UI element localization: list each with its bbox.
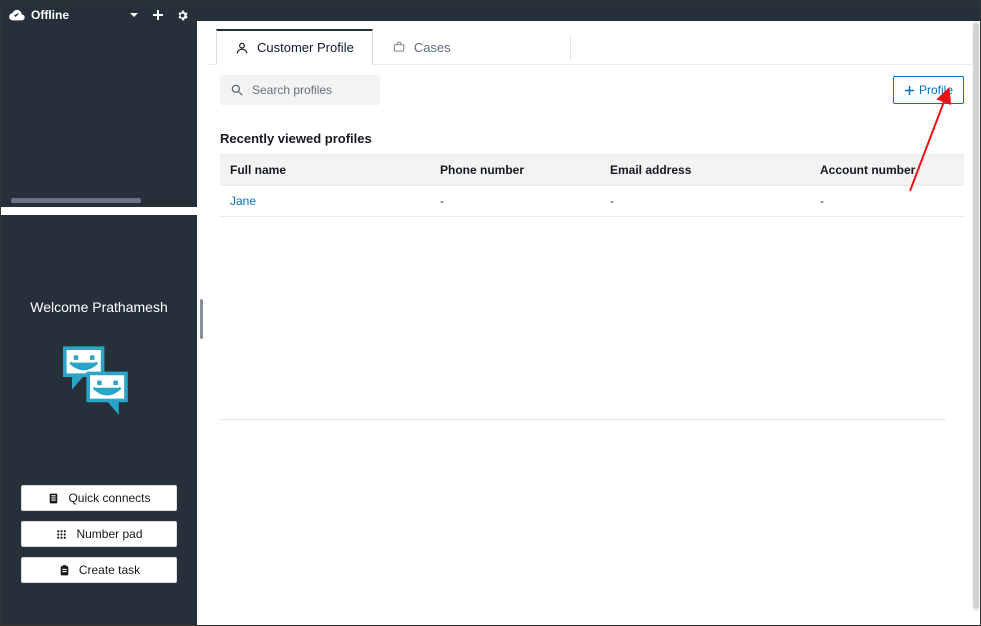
tabs: Customer Profile Cases [208, 29, 976, 65]
table-row: Jane - - - [220, 186, 964, 217]
profile-name-link[interactable]: Jane [220, 186, 430, 217]
welcome-text: Welcome Prathamesh [30, 299, 167, 315]
status-dropdown[interactable] [128, 9, 140, 21]
col-full-name: Full name [220, 155, 430, 186]
search-placeholder: Search profiles [252, 83, 332, 97]
profile-phone: - [430, 186, 600, 217]
profile-account: - [810, 186, 964, 217]
search-icon [230, 83, 244, 97]
number-pad-button[interactable]: Number pad [21, 521, 177, 547]
quick-connects-button[interactable]: Quick connects [21, 485, 177, 511]
create-task-label: Create task [79, 563, 140, 577]
horizontal-scrollbar[interactable] [11, 198, 141, 203]
cloud-offline-icon [9, 9, 25, 21]
profile-email: - [600, 186, 810, 217]
tab-cases-label: Cases [414, 40, 451, 55]
add-profile-button[interactable]: Profile [893, 76, 964, 104]
chat-illustration-icon [54, 341, 144, 411]
vertical-scrollbar-track[interactable] [972, 21, 980, 611]
contacts-panel [1, 29, 197, 207]
settings-button[interactable] [176, 9, 189, 22]
quick-connects-label: Quick connects [68, 491, 150, 505]
create-task-button[interactable]: Create task [21, 557, 177, 583]
search-input[interactable]: Search profiles [220, 75, 380, 105]
briefcase-icon [392, 40, 406, 54]
col-account: Account number [810, 155, 964, 186]
person-icon [235, 41, 249, 55]
add-profile-label: Profile [919, 83, 953, 97]
panel-resize-handle[interactable] [200, 299, 203, 339]
plus-icon [904, 85, 915, 96]
sidebar: Offline Welcome Prathamesh [1, 1, 197, 625]
main-content: Customer Profile Cases Search profiles P… [208, 21, 976, 611]
tab-cases[interactable]: Cases [373, 29, 470, 64]
tab-customer-profile[interactable]: Customer Profile [216, 29, 373, 65]
agent-status-label: Offline [31, 8, 69, 22]
recently-viewed-heading: Recently viewed profiles [220, 131, 964, 146]
tab-customer-profile-label: Customer Profile [257, 40, 354, 55]
col-email: Email address [600, 155, 810, 186]
welcome-panel: Welcome Prathamesh [1, 215, 197, 625]
number-pad-label: Number pad [76, 527, 142, 541]
new-contact-button[interactable] [152, 9, 164, 21]
col-phone: Phone number [430, 155, 600, 186]
vertical-scrollbar-thumb[interactable] [973, 23, 979, 609]
agent-status-bar: Offline [1, 1, 197, 29]
profiles-table: Full name Phone number Email address Acc… [220, 154, 964, 217]
